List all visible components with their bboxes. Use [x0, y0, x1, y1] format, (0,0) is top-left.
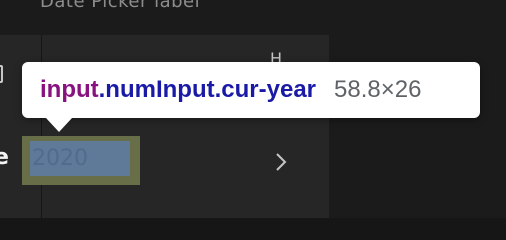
chevron-right-icon	[276, 153, 287, 171]
selector-classes: .numInput.cur-year	[98, 76, 316, 103]
calendar-icon[interactable]	[0, 65, 3, 83]
dimension-separator: ×	[380, 76, 395, 103]
selector-tag: input	[40, 76, 99, 103]
year-input[interactable]	[30, 141, 130, 176]
element-width: 58.8	[334, 76, 381, 103]
next-month-button[interactable]	[268, 145, 294, 179]
inspect-tooltip: input .numInput.cur-year 58.8×26	[22, 62, 480, 118]
tooltip-arrow	[46, 118, 72, 132]
date-picker-label: Date Picker label	[40, 0, 201, 12]
element-height: 26	[394, 76, 422, 103]
viewport: Date Picker label Ḥ e input.numInput.cur…	[0, 0, 506, 218]
current-month-label: e	[0, 145, 9, 170]
element-dimensions: 58.8×26	[334, 76, 421, 104]
